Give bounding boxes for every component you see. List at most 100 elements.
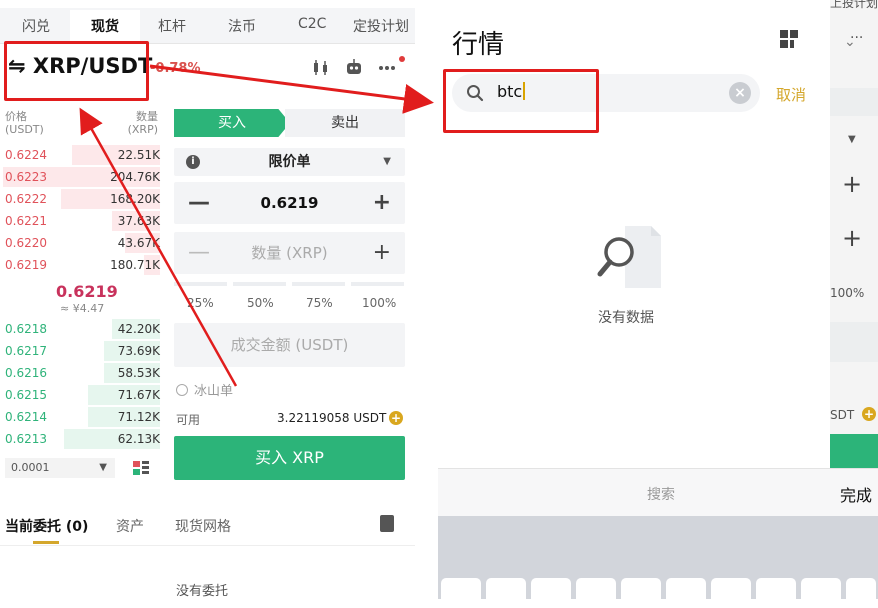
keyboard-key[interactable] <box>486 578 526 608</box>
more-options-icon[interactable] <box>377 58 397 76</box>
orderbook-row[interactable]: 0.6220 43.67K <box>0 232 160 254</box>
empty-search-icon <box>595 222 665 292</box>
iceberg-label: 冰山单 <box>194 384 234 399</box>
decrease-qty-button[interactable]: — <box>188 232 210 274</box>
orderbook-price: 0.6215 <box>5 388 47 402</box>
info-icon[interactable]: i <box>186 155 200 169</box>
keyboard-key[interactable] <box>711 578 751 608</box>
orderbook-row[interactable]: 0.6214 71.12K <box>0 406 160 428</box>
plus-coin-icon: + <box>862 407 876 421</box>
tab-margin[interactable]: 杠杆 <box>158 16 186 36</box>
orderbook-row[interactable]: 0.6223 204.76K <box>0 166 160 188</box>
sliver-field <box>830 88 878 116</box>
candlestick-chart-icon[interactable] <box>311 58 331 76</box>
deposit-plus-icon[interactable]: + <box>389 411 403 425</box>
buy-tab[interactable]: 买入 <box>174 109 290 137</box>
orderbook-row[interactable]: 0.6218 42.20K <box>0 318 160 340</box>
percent-50[interactable]: 50% <box>247 296 274 310</box>
keyboard-key[interactable] <box>576 578 616 608</box>
quantity-input[interactable]: 数量 (XRP) <box>251 244 327 262</box>
orderbook-row[interactable]: 0.6217 73.69K <box>0 340 160 362</box>
orderbook-qty: 42.20K <box>117 322 160 336</box>
percent-75[interactable]: 75% <box>306 296 333 310</box>
cancel-button[interactable]: 取消 <box>776 84 806 105</box>
orderbook-price-header: 价格 (USDT) <box>5 110 44 136</box>
sliver-field <box>830 322 878 362</box>
quantity-stepper[interactable]: — 数量 (XRP) + <box>174 232 405 274</box>
orderbook-row[interactable]: 0.6213 62.13K <box>0 428 160 450</box>
no-orders-text: 没有委托 <box>176 584 229 599</box>
layout-grid-icon[interactable] <box>779 29 799 49</box>
trading-mode-tabs: 闪兑 现货 杠杆 法币 C2C 定投计划 <box>0 8 415 44</box>
keyboard-search-label: 搜索 <box>647 487 675 503</box>
keyboard-key[interactable] <box>846 578 876 608</box>
increase-price-button[interactable]: + <box>373 182 391 224</box>
decrease-price-button[interactable]: — <box>188 182 210 224</box>
keyboard-key[interactable] <box>666 578 706 608</box>
clear-search-icon[interactable]: × <box>729 82 751 104</box>
iceberg-order-option[interactable]: 冰山单 <box>176 380 233 399</box>
notification-dot <box>399 56 405 62</box>
tick-size-select[interactable]: 0.0001 ▼ <box>5 458 115 478</box>
price-stepper[interactable]: — 0.6219 + <box>174 182 405 224</box>
percent-slider[interactable] <box>174 282 405 288</box>
orderbook-row[interactable]: 0.6219 180.71K <box>0 254 160 276</box>
orderbook-qty: 22.51K <box>117 148 160 162</box>
keyboard-key[interactable] <box>801 578 841 608</box>
available-balance: 3.22119058 USDT <box>277 411 387 425</box>
tab-fiat[interactable]: 法币 <box>228 16 256 36</box>
amount-input[interactable]: 成交金额 (USDT) <box>174 323 405 367</box>
orders-tabs: 当前委托 (0) 资产 现货网格 <box>0 512 415 546</box>
tab-c2c[interactable]: C2C <box>298 16 326 32</box>
percent-25[interactable]: 25% <box>187 296 214 310</box>
pair-highlight-box <box>4 41 149 101</box>
orderbook-layout-icon[interactable] <box>133 460 149 475</box>
radio-button[interactable] <box>176 384 188 396</box>
tab-spot-grid[interactable]: 现货网格 <box>175 516 231 536</box>
price-header-label: 价格 <box>5 110 27 123</box>
keyboard-key[interactable] <box>621 578 661 608</box>
percent-segment[interactable] <box>233 282 286 286</box>
orderbook-price: 0.6220 <box>5 236 47 250</box>
background-screen-sliver: 上投计划 ⌄ ··· ▼ + + 100% SDT + <box>830 0 878 468</box>
orderbook-price: 0.6213 <box>5 432 47 446</box>
order-type-select[interactable]: i 限价单 ▼ <box>174 148 405 176</box>
tab-open-orders[interactable]: 当前委托 (0) <box>5 516 88 536</box>
available-label: 可用 <box>176 413 201 427</box>
price-input[interactable]: 0.6219 <box>261 194 319 212</box>
tab-auto-invest[interactable]: 定投计划 <box>353 16 409 36</box>
keyboard-key[interactable] <box>756 578 796 608</box>
percent-segment[interactable] <box>292 282 345 286</box>
keyboard-key[interactable] <box>441 578 481 608</box>
keyboard-key[interactable] <box>531 578 571 608</box>
sell-tab[interactable]: 卖出 <box>285 109 405 137</box>
orderbook-row[interactable]: 0.6224 22.51K <box>0 144 160 166</box>
orderbook-row[interactable]: 0.6222 168.20K <box>0 188 160 210</box>
orderbook-qty: 180.71K <box>110 258 160 272</box>
trading-bot-icon[interactable] <box>344 58 364 76</box>
orderbook-price: 0.6214 <box>5 410 47 424</box>
orderbook-row[interactable]: 0.6216 58.53K <box>0 362 160 384</box>
buy-xrp-button[interactable]: 买入 XRP <box>174 436 405 480</box>
percent-100[interactable]: 100% <box>362 296 396 310</box>
orderbook-row[interactable]: 0.6215 71.67K <box>0 384 160 406</box>
plus-icon: + <box>842 224 863 252</box>
orderbook-qty: 43.67K <box>117 236 160 250</box>
sliver-available: SDT <box>830 408 855 422</box>
document-icon[interactable] <box>380 515 394 532</box>
qty-header-label: 数量 <box>136 110 158 123</box>
orderbook-price: 0.6217 <box>5 344 47 358</box>
tab-swap[interactable]: 闪兑 <box>22 16 50 36</box>
percent-segment[interactable] <box>174 282 227 286</box>
increase-qty-button[interactable]: + <box>373 232 391 274</box>
qty-unit-label: (XRP) <box>127 123 158 136</box>
orderbook-qty: 71.67K <box>117 388 160 402</box>
orderbook-row[interactable]: 0.6221 37.63K <box>0 210 160 232</box>
chevron-down-icon: ▼ <box>848 134 856 145</box>
no-data-text: 没有数据 <box>598 310 654 326</box>
orderbook-qty: 73.69K <box>117 344 160 358</box>
percent-segment[interactable] <box>351 282 404 286</box>
tab-spot[interactable]: 现货 <box>91 16 119 36</box>
keyboard-done-button[interactable]: 完成 <box>840 482 872 506</box>
tab-assets[interactable]: 资产 <box>116 516 144 536</box>
